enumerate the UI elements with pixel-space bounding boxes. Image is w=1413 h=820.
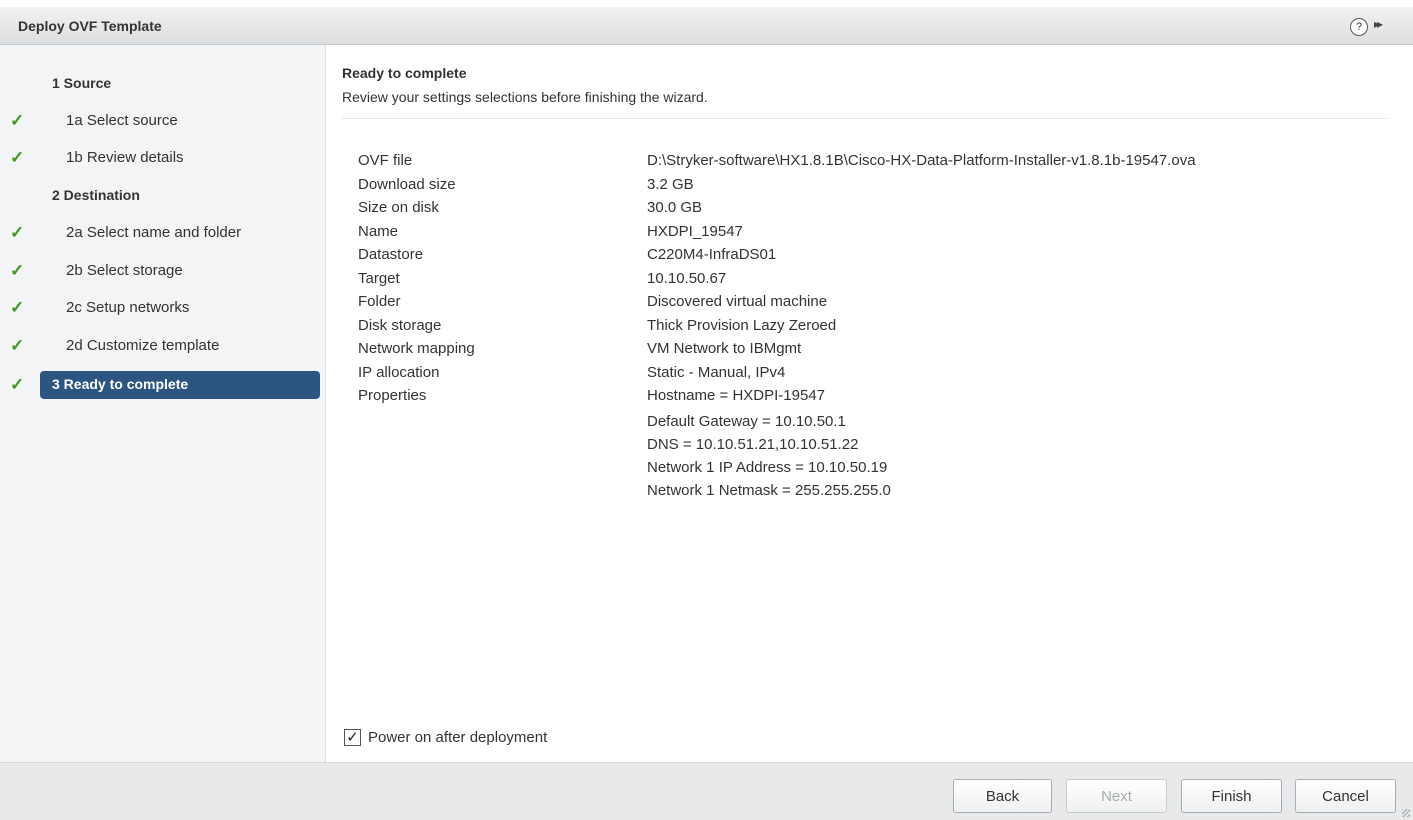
check-icon: ✓ [10,298,25,317]
wizard-step[interactable]: ✓ 1a Select source [0,107,326,135]
property-line: Network 1 IP Address = 10.10.50.19 [647,459,888,476]
wizard-step-label: 2a Select name and folder [66,224,242,241]
wizard-step-label: 2d Customize template [66,337,220,354]
summary-value: 30.0 GB [647,199,703,216]
summary-value: Thick Provision Lazy Zeroed [647,316,837,334]
summary-value: D:\Stryker-software\HX1.8.1B\Cisco-HX-Da… [647,152,1196,169]
cancel-button[interactable]: Cancel [1295,779,1396,813]
wizard-step: 1 Source [0,70,326,98]
summary-value: HXDPI_19547 [647,222,743,240]
check-icon: ✓ [10,111,25,130]
summary-value: Hostname = HXDPI-19547 [647,387,826,404]
main-panel: Ready to complete Review your settings s… [327,45,1413,762]
summary-value: Discovered virtual machine [647,293,828,310]
divider [342,118,1387,119]
help-icon[interactable]: ? [1350,18,1368,36]
wizard-steps-sidebar: 1 Source ✓ 1a Select source ✓ 1b Review deta… [0,45,326,762]
summary-key: Download size [358,175,456,193]
wizard-step-label: 1a Select source [66,112,178,129]
page-subtitle: Review your settings selections before f… [342,89,708,105]
wizard-step[interactable]: ✓ 2d Customize template [0,332,326,360]
summary-value: VM Network to IBMgmt [647,340,802,357]
summary-key: Datastore [358,246,424,263]
check-icon: ✓ [10,336,25,355]
check-icon: ✓ [10,148,25,167]
wizard-step[interactable]: ✓ 2b Select storage [0,257,326,285]
summary-key: IP allocation [358,363,440,381]
dialog-title: Deploy OVF Template [18,18,162,34]
wizard-step-label: 2 Destination [52,187,140,203]
property-line: DNS = 10.10.51.21,10.10.51.22 [647,436,859,453]
wizard-step: 2 Destination [0,182,326,210]
properties-list: Default Gateway = 10.10.50.1 DNS = 10.10.… [647,410,891,502]
wizard-step[interactable]: ✓ 1b Review details [0,144,326,172]
deploy-ovf-dialog: Deploy OVF Template ? ▸▸ 1 Source ✓ 1a Sel… [0,0,1413,820]
check-icon: ✓ [10,261,25,280]
wizard-step-label: 2b Select storage [66,262,183,279]
summary-key: Target [358,269,400,287]
check-icon: ✓ [10,375,25,394]
wizard-step[interactable]: ✓ 2a Select name and folder [0,219,326,247]
resize-grip-icon[interactable] [1402,809,1410,817]
back-button[interactable]: Back [953,779,1052,813]
summary-value: Static - Manual, IPv4 [647,363,786,381]
summary-value: C220M4-InfraDS01 [647,246,777,263]
property-line: Default Gateway = 10.10.50.1 [647,413,846,430]
summary-key: Name [358,222,399,240]
summary-value: 10.10.50.67 [647,269,727,287]
button-bar: Back Next Finish Cancel [0,762,1413,820]
wizard-step-label: 1b Review details [66,149,184,166]
wizard-step-label: 2c Setup networks [66,299,190,316]
summary-key: OVF file [358,152,413,169]
summary-key: Disk storage [358,316,442,334]
wizard-step[interactable]: ✓ 2c Setup networks [0,294,326,322]
summary-key: Folder [358,293,401,310]
wizard-step[interactable]: ✓ 3 Ready to complete [0,371,326,399]
summary-value: 3.2 GB [647,175,694,193]
page-title: Ready to complete [342,65,467,81]
wizard-step-label: 3 Ready to complete [52,376,189,392]
summary-key: Properties [358,387,427,404]
wizard-step-label: 1 Source [52,75,112,91]
property-line: Network 1 Netmask = 255.255.255.0 [647,482,891,499]
check-icon: ✓ [10,223,25,242]
next-button[interactable]: Next [1066,779,1167,813]
summary-key: Size on disk [358,199,439,216]
expand-icon[interactable]: ▸▸ [1374,17,1383,31]
power-on-checkbox[interactable]: ✓ [344,729,361,746]
power-on-label: Power on after deployment [368,729,548,746]
summary-key: Network mapping [358,340,475,357]
title-bar: Deploy OVF Template ? ▸▸ [0,7,1413,45]
finish-button[interactable]: Finish [1181,779,1282,813]
